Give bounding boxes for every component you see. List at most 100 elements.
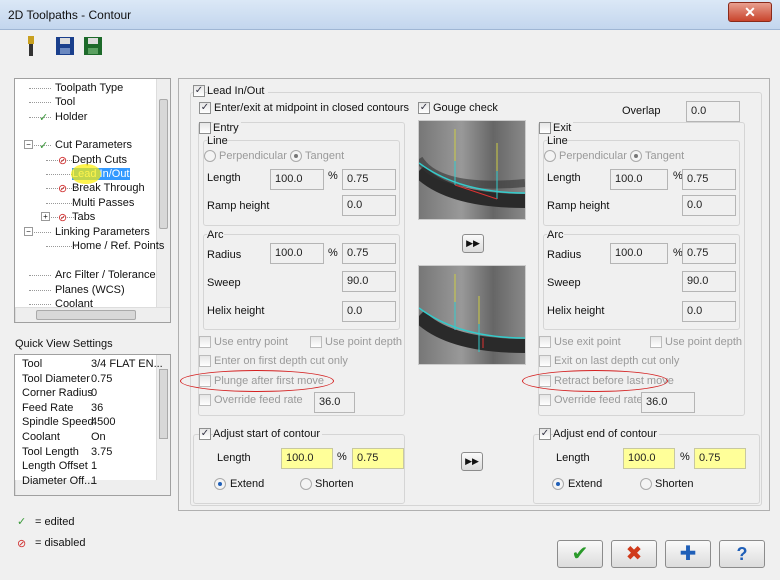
adjust_start-percent-input[interactable]: 100.0 [281, 448, 333, 469]
adjust_start-extend-label: Extend [230, 478, 265, 490]
entry-arc-label: Arc [207, 229, 224, 241]
adjust_start-checkbox[interactable]: ✓ [199, 428, 211, 440]
exit-perpendicular-radio[interactable] [544, 150, 556, 162]
adjust_start-length-input[interactable]: 0.75 [352, 448, 404, 469]
entry-to-exit-copy-button[interactable]: ▶▶ [462, 234, 484, 253]
help-button[interactable]: ? [719, 540, 765, 568]
entry-radius-percent-input[interactable]: 100.0 [270, 243, 324, 264]
qv-key: Diameter Off... [22, 474, 94, 487]
qv-value: 0 [91, 387, 98, 400]
adjust_end-checkbox[interactable]: ✓ [539, 428, 551, 440]
close-button[interactable]: ✕ [728, 2, 772, 22]
entry-length-input[interactable]: 0.75 [342, 169, 396, 190]
tree-connector [29, 275, 51, 276]
save-as-icon[interactable] [82, 35, 104, 57]
expand-toggle[interactable]: − [24, 140, 33, 149]
exit-use_depth-label: Use point depth [665, 336, 743, 348]
exit-arc-label: Arc [547, 229, 564, 241]
adjust_start-length-label: Length [217, 452, 251, 464]
entry-ramp-input[interactable]: 0.0 [342, 195, 396, 216]
entry-helix-input[interactable]: 0.0 [342, 301, 396, 322]
parameter-tree: Toolpath Type Tool ✓ Holder ✓ Cut Parameters ⊘… [14, 78, 171, 323]
qv-key: Tool Diameter [22, 372, 90, 385]
exit-tangent-radio[interactable] [630, 150, 642, 162]
tree-vertical-scrollbar[interactable] [156, 79, 170, 307]
entry-tangent-radio[interactable] [290, 150, 302, 162]
expand-toggle[interactable]: − [24, 227, 33, 236]
tree-item[interactable]: Coolant [55, 298, 93, 310]
exit-feed-input[interactable]: 36.0 [641, 392, 695, 413]
gouge-checkbox[interactable]: ✓ [418, 102, 430, 114]
legend-edited: = edited [35, 516, 75, 528]
adjust_start-group [193, 434, 405, 504]
qv-value: 1 [91, 460, 98, 473]
exit-length-input[interactable]: 0.75 [682, 169, 736, 190]
entry-use_point-checkbox[interactable] [199, 336, 211, 348]
ok-button[interactable]: ✔ [557, 540, 603, 568]
adjust_start-label: Adjust start of contour [213, 428, 322, 440]
exit-first-checkbox[interactable] [539, 355, 551, 367]
add-button[interactable]: ✚ [665, 540, 711, 568]
tree-item[interactable]: Tool [55, 96, 75, 108]
percent-label: % [328, 170, 338, 182]
midpoint-checkbox[interactable]: ✓ [199, 102, 211, 114]
qv-value: 4500 [91, 416, 116, 429]
expand-toggle[interactable]: + [41, 212, 50, 221]
adjust_end-percent-input[interactable]: 100.0 [623, 448, 675, 469]
entry-radius-input[interactable]: 0.75 [342, 243, 396, 264]
tree-item[interactable]: Multi Passes [72, 197, 134, 209]
exit-preview-image [414, 265, 526, 365]
adjust_end-shorten-radio[interactable] [640, 478, 652, 490]
tree-item[interactable]: Arc Filter / Tolerance [55, 269, 156, 281]
exit-use_point-checkbox[interactable] [539, 336, 551, 348]
adjust_end-group [533, 434, 760, 504]
adjust_start-extend-radio[interactable] [214, 478, 226, 490]
entry-use_depth-checkbox[interactable] [310, 336, 322, 348]
cancel-button[interactable]: ✖ [611, 540, 657, 568]
exit-checkbox[interactable] [539, 122, 551, 134]
exit-length-percent-input[interactable]: 100.0 [610, 169, 668, 190]
entry-use_point-label: Use entry point [214, 336, 288, 348]
quick-view-list: Tool 3/4 FLAT EN... Tool Diameter 0.75 Corne… [14, 354, 171, 496]
adjust_start-shorten-radio[interactable] [300, 478, 312, 490]
lead-checkbox[interactable]: ✓ [193, 85, 205, 97]
exit-helix-label: Helix height [547, 305, 605, 317]
entry-checkbox[interactable] [199, 122, 211, 134]
qv-key: Spindle Speed [22, 416, 94, 429]
entry-perpendicular-radio[interactable] [204, 150, 216, 162]
tree-item[interactable]: Toolpath Type [55, 82, 123, 94]
adjust_end-shorten-label: Shorten [655, 478, 694, 490]
adjust_end-length-input[interactable]: 0.75 [694, 448, 746, 469]
exit-override-checkbox[interactable] [539, 394, 551, 406]
entry-length-percent-input[interactable]: 100.0 [270, 169, 324, 190]
entry-override-checkbox[interactable] [199, 394, 211, 406]
start-to-end-copy-button[interactable]: ▶▶ [461, 452, 483, 471]
entry-feed-input[interactable]: 36.0 [314, 392, 355, 413]
exit-ramp-input[interactable]: 0.0 [682, 195, 736, 216]
exit-radius-percent-input[interactable]: 100.0 [610, 243, 668, 264]
tree-item[interactable]: Cut Parameters [55, 139, 132, 151]
entry-ramp-label: Ramp height [207, 200, 270, 212]
entry-first-checkbox[interactable] [199, 355, 211, 367]
entry-sweep-input[interactable]: 90.0 [342, 271, 396, 292]
tree-item[interactable]: Tabs [72, 211, 95, 223]
tool-icon[interactable] [20, 35, 42, 57]
gouge-label: Gouge check [433, 102, 498, 114]
tree-item[interactable]: Planes (WCS) [55, 284, 125, 296]
save-icon[interactable] [54, 35, 76, 57]
adjust_end-extend-radio[interactable] [552, 478, 564, 490]
entry-override-label: Override feed rate [214, 394, 303, 406]
entry-length-label: Length [207, 172, 241, 184]
exit-helix-input[interactable]: 0.0 [682, 301, 736, 322]
exit-use_depth-checkbox[interactable] [650, 336, 662, 348]
exit-sweep-input[interactable]: 90.0 [682, 271, 736, 292]
entry-preview-image [414, 120, 526, 220]
overlap-input[interactable]: 0.0 [686, 101, 740, 122]
qv-key: Tool [22, 358, 43, 370]
quick-view-scrollbar[interactable] [156, 355, 170, 480]
disabled-icon: ⊘ [58, 155, 68, 167]
tree-item[interactable]: Linking Parameters [55, 226, 150, 238]
tree-item[interactable]: Holder [55, 111, 87, 123]
tree-item[interactable]: Home / Ref. Points [72, 240, 164, 252]
exit-radius-input[interactable]: 0.75 [682, 243, 736, 264]
